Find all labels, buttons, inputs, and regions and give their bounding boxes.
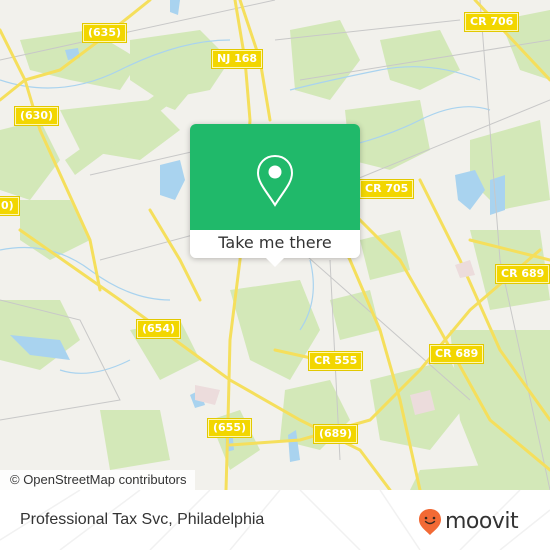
road-label-edge: 0) [0,196,20,216]
road-label-nj168: NJ 168 [210,49,264,69]
road-label-cr705: CR 705 [358,179,415,199]
road-label-cr555: CR 555 [307,351,364,371]
road-label-630: (630) [13,106,60,126]
map-attribution[interactable]: © OpenStreetMap contributors [0,470,195,490]
road-label-655: (655) [206,418,253,438]
moovit-pin-smile-icon [419,509,441,535]
moovit-wordmark: moovit [445,509,519,534]
take-me-there-button[interactable]: Take me there [190,230,360,258]
popup-header [190,124,360,230]
popup-pointer [266,258,284,267]
location-pin-icon [256,154,294,207]
road-label-cr689-east: CR 689 [494,264,550,284]
road-label-689: (689) [312,424,359,444]
place-name: Professional Tax Svc, Philadelphia [20,511,265,528]
destination-popup: Take me there [190,124,360,267]
map-view[interactable]: (635) NJ 168 CR 706 (630) 0) CR 705 CR 6… [0,0,550,490]
footer-bar: Professional Tax Svc, Philadelphia moovi… [0,490,550,550]
road-label-cr706: CR 706 [463,12,520,32]
road-label-654: (654) [135,319,182,339]
road-label-635: (635) [81,23,128,43]
moovit-logo[interactable]: moovit [418,508,519,536]
road-label-cr689: CR 689 [428,344,485,364]
